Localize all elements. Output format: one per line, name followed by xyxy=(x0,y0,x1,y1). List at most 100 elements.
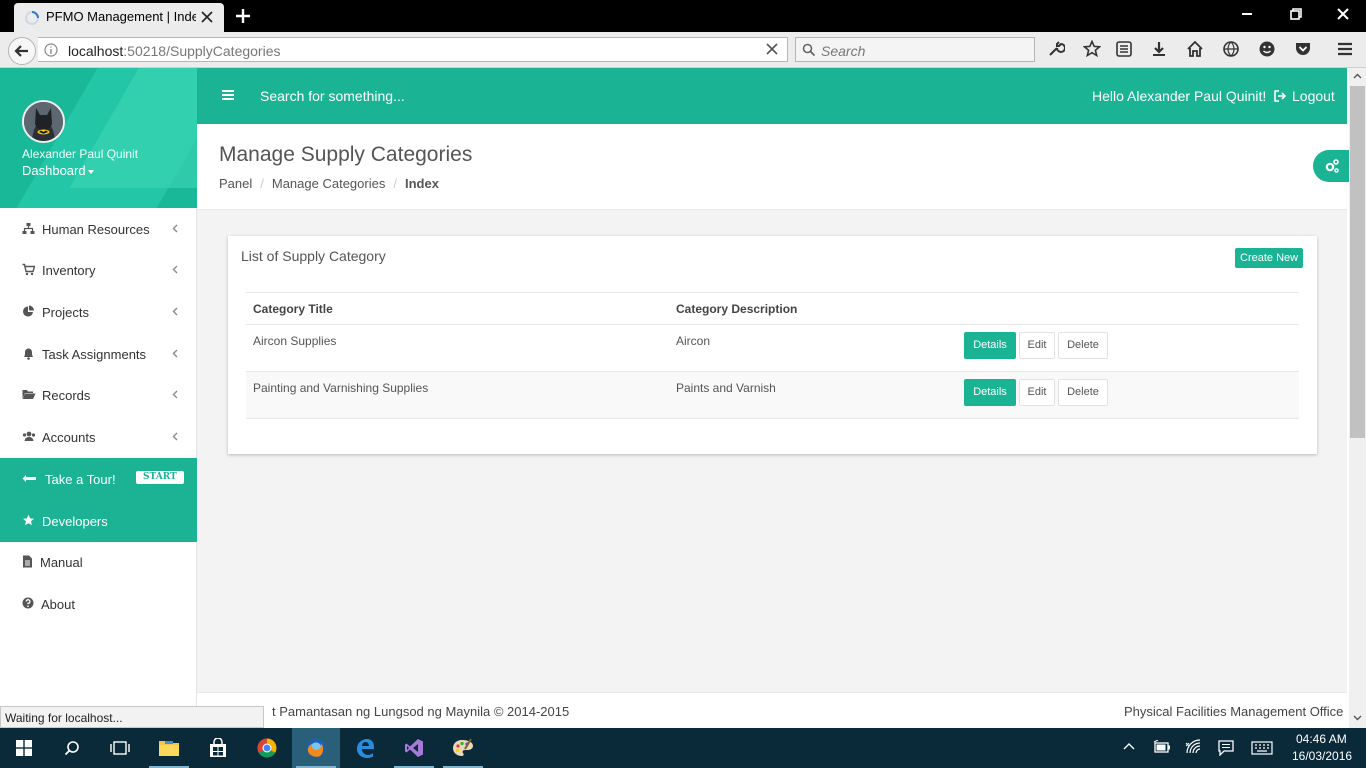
clock-date[interactable]: 16/03/2016 xyxy=(1292,749,1352,763)
loading-spinner-icon xyxy=(24,10,40,26)
footer-copyright: t Pamantasan ng Lungsod ng Maynila © 201… xyxy=(272,704,570,719)
breadcrumb-index: Index xyxy=(404,176,439,191)
new-tab-icon[interactable] xyxy=(235,8,251,24)
battery-icon[interactable] xyxy=(1153,740,1171,754)
browser-tab[interactable]: PFMO Management | Index xyxy=(14,3,224,32)
details-button[interactable]: Details xyxy=(964,332,1016,359)
browser-search-field[interactable]: Search xyxy=(795,37,1035,62)
sidebar-item-label: Manual xyxy=(40,555,83,570)
web-globe-icon[interactable] xyxy=(1222,40,1240,58)
sidebar-item-developers[interactable]: Developers xyxy=(0,500,197,542)
sidebar-item-about[interactable]: About xyxy=(0,583,197,625)
minimize-icon[interactable] xyxy=(1241,8,1253,20)
task-view-button[interactable] xyxy=(96,728,144,768)
avatar[interactable] xyxy=(22,100,65,143)
taskbar-search-button[interactable] xyxy=(48,728,96,768)
scroll-down-icon[interactable] xyxy=(1353,715,1362,721)
sidebar-item-accounts[interactable]: Accounts xyxy=(0,416,197,458)
sidebar-item-label: Inventory xyxy=(42,263,96,278)
sidebar-item-label: Human Resources xyxy=(42,222,150,237)
clear-url-icon[interactable] xyxy=(765,42,779,56)
create-new-button[interactable]: Create New xyxy=(1235,248,1304,268)
pie-chart-icon xyxy=(22,305,35,318)
restore-icon[interactable] xyxy=(1290,8,1302,20)
address-bar[interactable]: localhost:50218/SupplyCategories xyxy=(38,37,788,62)
start-button[interactable] xyxy=(0,728,48,768)
bookmark-star-icon[interactable] xyxy=(1083,40,1101,58)
settings-fab-button[interactable] xyxy=(1313,150,1353,182)
breadcrumb-panel[interactable]: Panel xyxy=(219,176,252,191)
keyboard-icon[interactable] xyxy=(1251,741,1273,755)
taskbar-firefox[interactable] xyxy=(292,728,340,768)
delete-button[interactable]: Delete xyxy=(1058,332,1108,359)
chevron-left-icon xyxy=(172,432,178,441)
sidebar-item-label: Task Assignments xyxy=(42,347,147,362)
close-window-icon[interactable] xyxy=(1337,8,1349,20)
dashboard-dropdown[interactable]: Dashboard xyxy=(22,163,94,178)
action-center-icon[interactable] xyxy=(1218,740,1234,756)
page-title: Manage Supply Categories xyxy=(219,143,473,166)
wrench-icon[interactable] xyxy=(1047,40,1065,58)
taskbar-file-explorer[interactable] xyxy=(145,728,193,768)
sidebar-item-projects[interactable]: Projects xyxy=(0,291,197,333)
taskbar-paint[interactable] xyxy=(439,728,487,768)
taskbar-edge[interactable] xyxy=(341,728,389,768)
question-circle-icon xyxy=(22,597,34,609)
column-header-category-title[interactable]: Category Title xyxy=(253,302,333,316)
edit-button[interactable]: Edit xyxy=(1019,379,1055,406)
windows-taskbar: 04:46 AM 16/03/2016 xyxy=(0,728,1366,768)
taskbar-store[interactable] xyxy=(194,728,242,768)
top-search-input[interactable] xyxy=(260,88,560,104)
home-icon[interactable] xyxy=(1186,40,1204,58)
folder-icon xyxy=(159,739,179,757)
sidebar-item-take-a-tour[interactable]: Take a Tour! START xyxy=(0,458,197,500)
pocket-icon[interactable] xyxy=(1294,40,1312,58)
table-header: Category Title Category Description xyxy=(246,292,1299,325)
reader-list-icon[interactable] xyxy=(1115,40,1133,58)
start-badge[interactable]: START xyxy=(136,471,184,484)
column-header-category-description[interactable]: Category Description xyxy=(676,302,797,316)
breadcrumb-manage-categories[interactable]: Manage Categories xyxy=(272,176,385,191)
browser-titlebar: PFMO Management | Index xyxy=(0,0,1366,32)
scroll-up-icon[interactable] xyxy=(1353,73,1362,79)
chevron-left-icon xyxy=(172,265,178,274)
sign-out-icon[interactable] xyxy=(1274,90,1287,102)
breadcrumb: Panel / Manage Categories / Index xyxy=(219,176,439,191)
sidebar: Alexander Paul Quinit Dashboard Human Re… xyxy=(0,68,197,728)
signpost-icon xyxy=(22,472,37,485)
sidebar-item-human-resources[interactable]: Human Resources xyxy=(0,208,197,250)
menu-icon[interactable] xyxy=(1336,40,1354,58)
windows-logo-icon xyxy=(16,740,32,756)
back-button[interactable] xyxy=(8,37,36,65)
info-icon[interactable] xyxy=(44,43,58,57)
browser-navbar: localhost:50218/SupplyCategories Search xyxy=(0,32,1366,68)
file-icon xyxy=(22,555,33,568)
edit-button[interactable]: Edit xyxy=(1019,332,1055,359)
category-title-cell: Aircon Supplies xyxy=(253,334,337,348)
tab-close-icon[interactable] xyxy=(200,10,214,24)
taskbar-visual-studio[interactable] xyxy=(390,728,438,768)
sidebar-item-manual[interactable]: Manual xyxy=(0,541,197,583)
chrome-icon xyxy=(257,738,277,758)
download-icon[interactable] xyxy=(1150,40,1168,58)
users-icon xyxy=(22,430,36,443)
delete-button[interactable]: Delete xyxy=(1058,379,1108,406)
breadcrumb-separator: / xyxy=(393,176,397,191)
cart-icon xyxy=(22,263,35,276)
wifi-icon[interactable] xyxy=(1185,739,1203,755)
top-navbar: Hello Alexander Paul Quinit! Logout xyxy=(197,68,1347,124)
taskbar-chrome[interactable] xyxy=(243,728,291,768)
show-hidden-icons-icon[interactable] xyxy=(1123,742,1135,750)
sidebar-item-inventory[interactable]: Inventory xyxy=(0,249,197,291)
logout-link[interactable]: Logout xyxy=(1292,88,1335,104)
gears-icon xyxy=(1324,158,1340,174)
smiley-icon[interactable] xyxy=(1258,40,1276,58)
category-description-cell: Paints and Varnish xyxy=(676,381,776,395)
scrollbar-thumb[interactable] xyxy=(1350,86,1365,438)
page-footer: t Pamantasan ng Lungsod ng Maynila © 201… xyxy=(197,692,1347,728)
clock-time[interactable]: 04:46 AM xyxy=(1296,732,1347,746)
hamburger-menu-icon[interactable] xyxy=(222,90,234,100)
sidebar-item-records[interactable]: Records xyxy=(0,374,197,416)
details-button[interactable]: Details xyxy=(964,379,1016,406)
sidebar-item-task-assignments[interactable]: Task Assignments xyxy=(0,333,197,375)
